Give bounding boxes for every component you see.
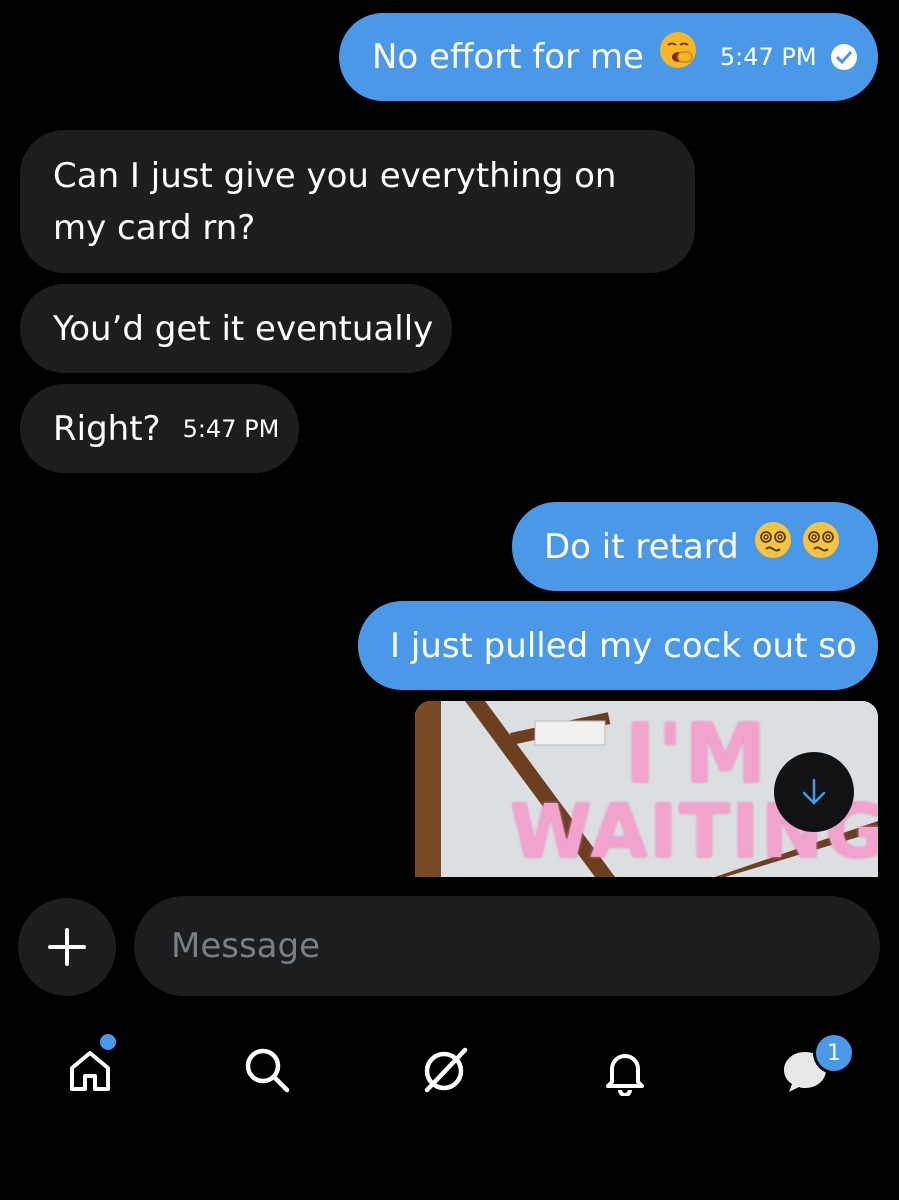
- read-check-icon: [830, 44, 857, 70]
- nav-home[interactable]: [60, 1034, 120, 1100]
- yawning-face-icon: [658, 30, 698, 84]
- message-text: I just pulled my cock out so: [390, 625, 857, 666]
- plus-icon: [48, 928, 86, 966]
- bell-icon: [606, 1054, 644, 1096]
- spiral-eyes-face-icon: [801, 520, 841, 574]
- search-icon: [245, 1048, 290, 1093]
- message-incoming[interactable]: You’d get it eventually: [20, 284, 452, 373]
- message-incoming[interactable]: Can I just give you everything on my car…: [20, 130, 695, 273]
- home-icon: [70, 1051, 110, 1091]
- spiral-eyes-face-icon: [753, 520, 793, 574]
- message-text: You’d get it eventually: [53, 308, 434, 349]
- scroll-down-button[interactable]: [774, 752, 854, 832]
- message-outgoing[interactable]: Do it retard: [512, 502, 878, 591]
- grok-icon: [424, 1047, 468, 1093]
- message-text: No effort for me: [372, 37, 644, 77]
- message-outgoing[interactable]: I just pulled my cock out so: [358, 601, 878, 690]
- nav-messages[interactable]: 1: [775, 1032, 855, 1100]
- message-time: 5:47 PM: [719, 43, 817, 71]
- message-text: Can I just give you everything on my car…: [53, 156, 617, 248]
- messages-badge: 1: [813, 1032, 855, 1074]
- message-time: 5:47 PM: [182, 414, 280, 443]
- message-text: Right?: [53, 408, 161, 449]
- message-text: Do it retard: [544, 526, 739, 567]
- nav-search[interactable]: [237, 1040, 297, 1100]
- nav-notifications[interactable]: [595, 1040, 655, 1100]
- media-caption: I'M: [625, 707, 769, 802]
- arrow-down-icon: [802, 778, 826, 805]
- add-attachment-button[interactable]: [18, 898, 116, 996]
- message-outgoing[interactable]: No effort for me 5:47 PM: [339, 13, 878, 101]
- message-input[interactable]: Message: [134, 896, 880, 996]
- nav-grok[interactable]: [415, 1040, 475, 1100]
- message-incoming[interactable]: Right? 5:47 PM: [20, 384, 299, 473]
- notification-dot: [100, 1034, 116, 1050]
- message-input-placeholder: Message: [171, 926, 321, 966]
